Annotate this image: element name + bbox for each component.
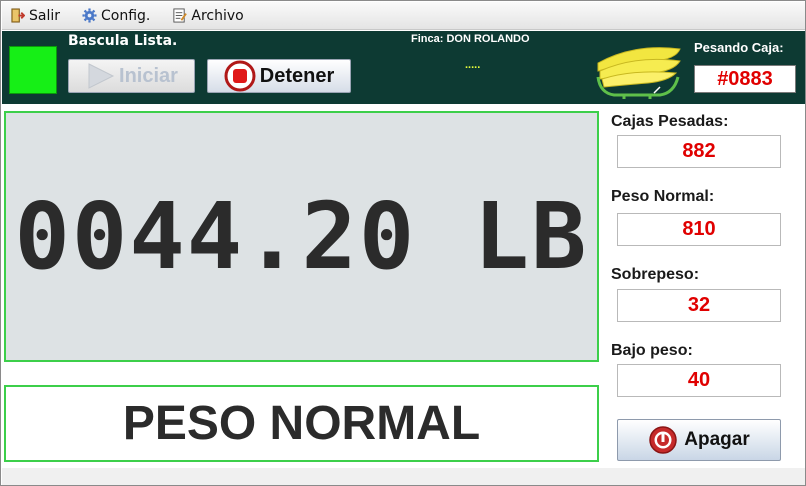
power-icon bbox=[649, 426, 678, 454]
pesando-caja-value: #0883 bbox=[694, 65, 796, 93]
apagar-button[interactable]: Apagar bbox=[617, 419, 781, 461]
cajas-pesadas-label: Cajas Pesadas: bbox=[611, 113, 729, 130]
document-icon bbox=[173, 8, 188, 23]
header-panel: Bascula Lista. Iniciar Detener Finca: DO… bbox=[2, 31, 805, 104]
menu-salir[interactable]: Salir bbox=[10, 8, 60, 24]
status-indicator bbox=[9, 46, 57, 94]
menu-archivo[interactable]: Archivo bbox=[172, 7, 244, 24]
sobrepeso-label: Sobrepeso: bbox=[611, 266, 700, 283]
app-window: Salir Config. Archivo Bascula Lista. Ini… bbox=[0, 0, 806, 486]
exit-icon bbox=[11, 8, 25, 23]
status-text: Bascula Lista. bbox=[68, 33, 178, 49]
finca-label: Finca: DON ROLANDO bbox=[411, 33, 530, 45]
menu-archivo-label: Archivo bbox=[191, 7, 244, 24]
play-icon bbox=[88, 63, 115, 89]
bottom-strip bbox=[2, 468, 805, 485]
stop-icon bbox=[224, 60, 256, 92]
sobrepeso-value: 32 bbox=[617, 289, 781, 322]
result-text: PESO NORMAL bbox=[122, 397, 481, 450]
result-panel: PESO NORMAL bbox=[4, 385, 599, 462]
pesando-caja-label: Pesando Caja: bbox=[694, 40, 784, 55]
cajas-pesadas-value: 882 bbox=[617, 135, 781, 168]
menu-config[interactable]: Config. bbox=[82, 8, 150, 24]
bajo-peso-value: 40 bbox=[617, 364, 781, 397]
apagar-label: Apagar bbox=[684, 429, 750, 450]
bajo-peso-label: Bajo peso: bbox=[611, 342, 693, 359]
menu-config-label: Config. bbox=[101, 7, 151, 24]
menu-bar: Salir Config. Archivo bbox=[2, 2, 805, 30]
banana-scale-logo bbox=[596, 47, 681, 99]
menu-salir-label: Salir bbox=[29, 7, 61, 24]
iniciar-button[interactable]: Iniciar bbox=[68, 59, 195, 93]
peso-normal-value: 810 bbox=[617, 213, 781, 246]
iniciar-label: Iniciar bbox=[119, 64, 178, 87]
gear-icon bbox=[82, 8, 97, 23]
peso-normal-label: Peso Normal: bbox=[611, 188, 715, 205]
detener-label: Detener bbox=[259, 64, 335, 87]
weight-readout: 0044.20 LB bbox=[14, 183, 589, 290]
progress-dots: ..... bbox=[465, 59, 481, 71]
detener-button[interactable]: Detener bbox=[207, 59, 351, 93]
weight-display: 0044.20 LB bbox=[4, 111, 599, 362]
